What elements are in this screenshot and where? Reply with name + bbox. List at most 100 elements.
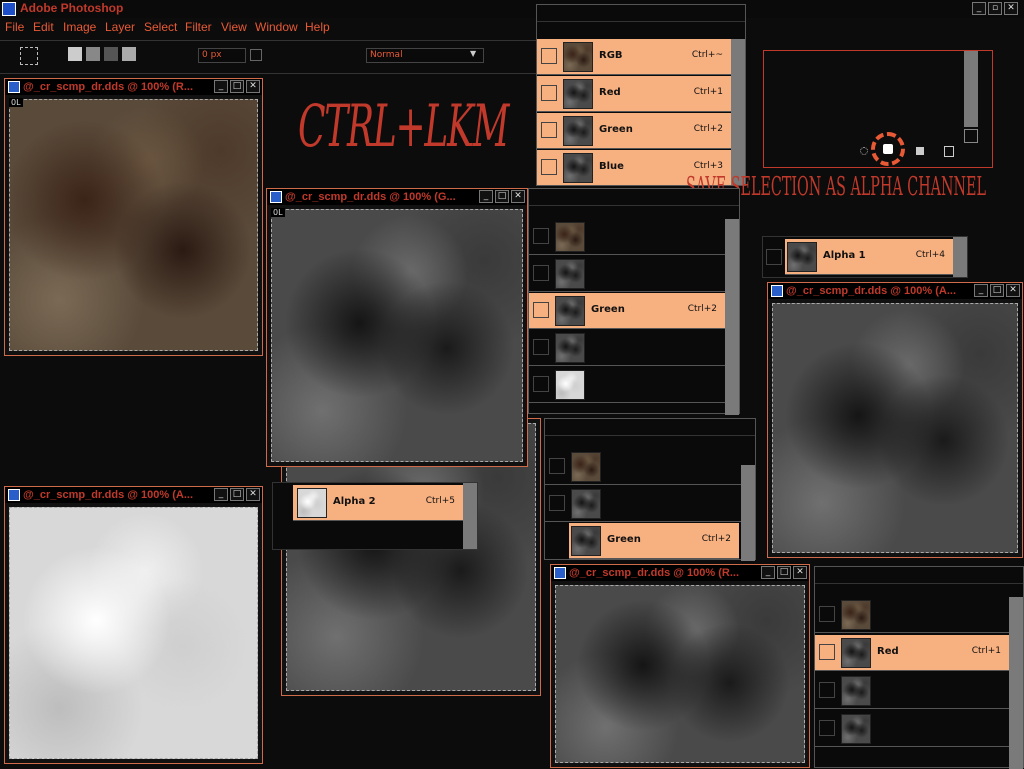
visibility-icon[interactable] (819, 644, 835, 660)
scrollbar[interactable] (964, 51, 978, 127)
resize-icon[interactable] (964, 129, 978, 143)
document-window-5[interactable]: @_cr_scmp_dr.dds @ 100% (R... _ □ ✕ (550, 564, 810, 768)
marquee-tool-icon[interactable] (20, 47, 38, 65)
document-window-1[interactable]: @_cr_scmp_dr.dds @ 100% (R... _ □ ✕ 0L (4, 78, 263, 356)
visibility-icon[interactable] (819, 682, 835, 698)
visibility-icon[interactable] (533, 339, 549, 355)
image-canvas[interactable] (271, 209, 523, 462)
channel-row-red[interactable]: Red Ctrl+1 (537, 76, 731, 112)
document-window-3[interactable]: @_cr_scmp_dr.dds @ 100% (A... _ □ ✕ (4, 486, 263, 764)
image-canvas[interactable] (772, 303, 1018, 553)
style-select[interactable]: Normal (366, 48, 484, 63)
scrollbar[interactable] (463, 483, 477, 549)
channel-row[interactable] (529, 367, 725, 403)
channel-row-green[interactable]: Green Ctrl+2 (529, 293, 725, 329)
visibility-icon[interactable] (533, 228, 549, 244)
menu-window[interactable]: Window (255, 20, 298, 34)
document-title: @_cr_scmp_dr.dds @ 100% (G... (285, 191, 456, 203)
close-icon[interactable]: ✕ (1006, 284, 1020, 297)
channel-row[interactable] (815, 673, 1009, 709)
channel-thumbnail (555, 370, 585, 400)
maximize-icon[interactable]: □ (230, 488, 244, 501)
intersect-selection-icon[interactable] (122, 47, 136, 61)
document-window-2[interactable]: @_cr_scmp_dr.dds @ 100% (G... _ □ ✕ 0L (266, 188, 528, 467)
menu-help[interactable]: Help (305, 20, 330, 34)
menu-view[interactable]: View (221, 20, 247, 34)
image-canvas[interactable] (9, 507, 258, 759)
scrollbar[interactable] (731, 39, 745, 185)
channel-row-red[interactable]: Red Ctrl+1 (815, 635, 1009, 671)
minimize-icon[interactable]: _ (214, 80, 228, 93)
menu-select[interactable]: Select (144, 20, 177, 34)
scrollbar[interactable] (953, 237, 967, 277)
menu-layer[interactable]: Layer (105, 20, 135, 34)
visibility-icon[interactable] (533, 265, 549, 281)
channel-thumbnail (555, 222, 585, 252)
document-title: @_cr_scmp_dr.dds @ 100% (R... (569, 567, 740, 579)
title-bar (0, 0, 1024, 18)
channel-name: Alpha 1 (823, 250, 866, 261)
scrollbar[interactable] (741, 465, 755, 561)
menu-file[interactable]: File (5, 20, 24, 34)
new-selection-icon[interactable] (68, 47, 82, 61)
channel-row[interactable] (529, 330, 725, 366)
visibility-icon[interactable] (541, 48, 557, 64)
minimize-icon[interactable]: _ (479, 190, 493, 203)
image-canvas[interactable] (555, 585, 805, 763)
close-icon[interactable]: ✕ (793, 566, 807, 579)
image-canvas[interactable] (9, 99, 258, 351)
visibility-icon[interactable] (541, 85, 557, 101)
new-channel-icon[interactable] (916, 147, 924, 155)
visibility-icon[interactable] (766, 249, 782, 265)
channel-thumbnail (841, 638, 871, 668)
visibility-icon[interactable] (541, 159, 557, 175)
visibility-icon[interactable] (549, 458, 565, 474)
visibility-icon[interactable] (819, 720, 835, 736)
save-selection-icon[interactable] (871, 132, 905, 166)
chevron-down-icon[interactable]: ▼ (470, 49, 476, 58)
channel-row[interactable] (529, 256, 725, 292)
restore-icon[interactable]: ▫ (988, 2, 1002, 15)
minimize-icon[interactable]: _ (974, 284, 988, 297)
feather-input[interactable]: 0 px (198, 48, 246, 63)
channel-row-alpha2[interactable]: Alpha 2 Ctrl+5 (293, 485, 463, 521)
channels-panel-2: Green Ctrl+2 (528, 188, 740, 415)
menu-filter[interactable]: Filter (185, 20, 212, 34)
visibility-icon[interactable] (819, 606, 835, 622)
channel-row[interactable] (815, 597, 1009, 633)
channel-row-rgb[interactable]: RGB Ctrl+~ (537, 39, 731, 75)
load-selection-icon[interactable] (860, 147, 868, 155)
maximize-icon[interactable]: □ (990, 284, 1004, 297)
scrollbar[interactable] (1009, 597, 1023, 769)
menu-image[interactable]: Image (63, 20, 96, 34)
add-selection-icon[interactable] (86, 47, 100, 61)
visibility-icon[interactable] (533, 376, 549, 392)
channel-row[interactable] (815, 711, 1009, 747)
channel-row[interactable] (545, 449, 741, 485)
channel-row-green[interactable]: Green Ctrl+2 (569, 523, 739, 559)
scrollbar[interactable] (725, 219, 739, 415)
visibility-icon[interactable] (533, 302, 549, 318)
anti-alias-checkbox[interactable] (250, 49, 262, 61)
channel-row[interactable] (529, 219, 725, 255)
close-icon[interactable]: ✕ (511, 190, 525, 203)
channel-row-alpha1[interactable]: Alpha 1 Ctrl+4 (785, 239, 953, 275)
minimize-icon[interactable]: _ (761, 566, 775, 579)
close-icon[interactable]: ✕ (246, 80, 260, 93)
maximize-icon[interactable]: □ (230, 80, 244, 93)
close-icon[interactable]: ✕ (1004, 2, 1018, 15)
visibility-icon[interactable] (541, 122, 557, 138)
trash-icon[interactable] (944, 146, 954, 157)
subtract-selection-icon[interactable] (104, 47, 118, 61)
close-icon[interactable]: ✕ (246, 488, 260, 501)
channel-row-green[interactable]: Green Ctrl+2 (537, 113, 731, 149)
document-window-4[interactable]: @_cr_scmp_dr.dds @ 100% (A... _ □ ✕ (767, 282, 1023, 558)
menu-edit[interactable]: Edit (33, 20, 54, 34)
maximize-icon[interactable]: □ (495, 190, 509, 203)
channel-row[interactable] (545, 486, 741, 522)
minimize-icon[interactable]: _ (214, 488, 228, 501)
maximize-icon[interactable]: □ (777, 566, 791, 579)
ruler-origin: 0L (9, 98, 23, 107)
minimize-icon[interactable]: _ (972, 2, 986, 15)
visibility-icon[interactable] (549, 495, 565, 511)
